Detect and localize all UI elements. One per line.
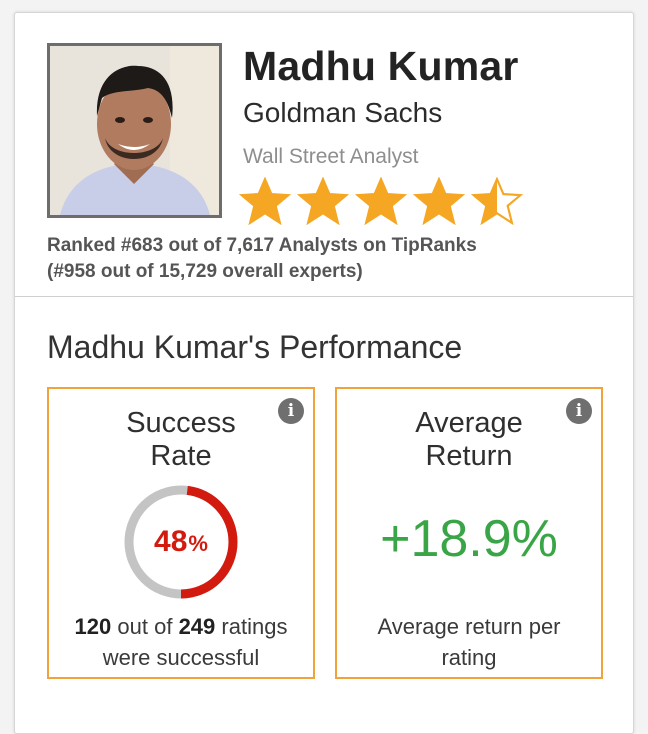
success-rate-title: Success Rate bbox=[49, 407, 313, 473]
average-return-box: i Average Return +18.9% Average return p… bbox=[335, 387, 603, 679]
success-rate-title-line1: Success bbox=[126, 407, 236, 439]
star-full-icon bbox=[413, 177, 465, 225]
average-return-title: Average Return bbox=[337, 407, 601, 473]
star-full-icon bbox=[355, 177, 407, 225]
ratings-text: ratings bbox=[221, 614, 288, 639]
star-full-icon bbox=[239, 177, 291, 225]
success-rate-description: 120 out of 249 ratings were successful bbox=[49, 611, 313, 673]
section-divider bbox=[15, 296, 633, 297]
analyst-role: Wall Street Analyst bbox=[243, 145, 419, 168]
total-count: 249 bbox=[178, 614, 216, 639]
average-return-description: Average return per rating bbox=[337, 611, 601, 673]
average-return-title-line2: Return bbox=[425, 440, 513, 472]
success-foot-line2: were successful bbox=[102, 645, 260, 670]
star-full-icon bbox=[297, 177, 349, 225]
star-rating bbox=[239, 177, 523, 225]
average-return-value: +18.9% bbox=[380, 510, 558, 568]
analyst-firm[interactable]: Goldman Sachs bbox=[243, 97, 442, 129]
performance-title: Madhu Kumar's Performance bbox=[47, 329, 463, 365]
success-rate-number: 48 bbox=[154, 525, 188, 558]
out-of-text: out of bbox=[117, 614, 173, 639]
rank-line: Ranked #683 out of 7,617 Analysts on Tip… bbox=[47, 235, 477, 256]
overall-rank-line: (#958 out of 15,729 overall experts) bbox=[47, 261, 363, 282]
average-return-foot-line1: Average return per bbox=[377, 614, 561, 639]
successful-count: 120 bbox=[74, 614, 112, 639]
star-half-icon bbox=[471, 177, 523, 225]
average-return-foot-line2: rating bbox=[441, 645, 497, 670]
analyst-card: Madhu Kumar Goldman Sachs Wall Street An… bbox=[14, 12, 634, 734]
analyst-name: Madhu Kumar bbox=[243, 43, 519, 89]
average-return-title-line1: Average bbox=[415, 407, 523, 439]
success-rate-percent-sign: % bbox=[188, 531, 208, 556]
success-rate-title-line2: Rate bbox=[150, 440, 212, 472]
analyst-rank: Ranked #683 out of 7,617 Analysts on Tip… bbox=[47, 233, 477, 285]
success-rate-box: i Success Rate 48% 120 out of 249 rating… bbox=[47, 387, 315, 679]
analyst-photo bbox=[47, 43, 222, 218]
success-rate-value: 48% bbox=[122, 483, 240, 601]
